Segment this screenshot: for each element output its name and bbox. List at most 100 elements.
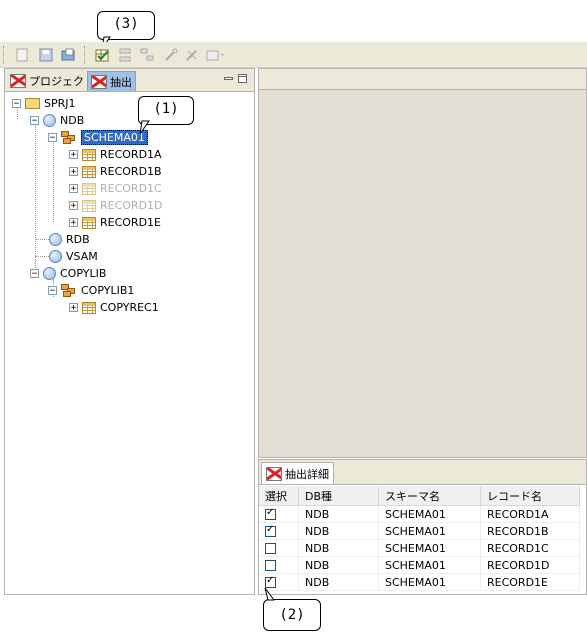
extract-check-icon[interactable] (92, 45, 112, 65)
extract-detail-table: 選択 DB種 スキーマ名 レコード名 NDBSCHEMA01RECORD1AND… (259, 486, 580, 591)
export-icon[interactable] (205, 45, 225, 65)
db-type-cell: NDB (298, 539, 379, 557)
tree-node-record1d[interactable]: + RECORD1D (69, 197, 163, 214)
tab-extract-label: 抽出 (110, 75, 132, 89)
tool2-icon[interactable] (182, 45, 202, 65)
db-type-cell: NDB (298, 505, 379, 523)
select-cell (259, 539, 299, 557)
record-name-cell: RECORD1E (480, 573, 580, 591)
db-icon (43, 114, 56, 127)
tree-node-ndb[interactable]: − NDB (30, 112, 84, 129)
collapse-icon[interactable]: − (30, 269, 39, 279)
collapse-icon[interactable]: − (48, 133, 57, 143)
tree-node-copylib1[interactable]: − COPYLIB1 (48, 282, 134, 299)
schema-name-cell: SCHEMA01 (378, 556, 481, 574)
tab-project[interactable]: プロジェクト (7, 71, 98, 90)
new-icon[interactable] (12, 45, 32, 65)
tree-label: RECORD1B (100, 165, 162, 178)
column-header-schema-name[interactable]: スキーマ名 (378, 486, 481, 506)
expand-icon[interactable]: + (69, 167, 78, 177)
tree-label: RECORD1C (100, 182, 162, 195)
select-checkbox[interactable] (265, 560, 276, 571)
tree-label: RDB (66, 233, 90, 246)
collapse-icon[interactable]: − (30, 116, 39, 126)
tree-label: COPYLIB (60, 267, 107, 280)
editor-area (258, 68, 587, 458)
db-icon (43, 267, 56, 280)
select-checkbox[interactable] (265, 524, 276, 537)
tree-node-copyrec1[interactable]: + COPYREC1 (69, 299, 159, 316)
select-cell (259, 522, 299, 540)
table-row[interactable]: NDBSCHEMA01RECORD1A (259, 505, 580, 523)
hierarchy-icon[interactable] (115, 45, 135, 65)
table-row[interactable]: NDB SCHEMA01 RECORD1D (259, 556, 580, 574)
schema-icon (61, 131, 77, 144)
column-header-record-name[interactable]: レコード名 (480, 486, 580, 506)
maximize-icon[interactable] (238, 74, 247, 83)
import-icon[interactable] (58, 45, 78, 65)
tree-node-schema01[interactable]: − SCHEMA01 (48, 129, 148, 146)
tab-extract-detail-label: 抽出詳細 (285, 467, 329, 481)
folder-open-icon (25, 98, 40, 109)
expand-icon[interactable]: + (69, 218, 78, 228)
tree-node-root[interactable]: − SPRJ1 (12, 95, 76, 112)
select-checkbox[interactable] (265, 543, 276, 554)
schema-name-cell: SCHEMA01 (378, 539, 481, 557)
tab-extract[interactable]: 抽出 (87, 71, 136, 91)
toolbar-separator (84, 46, 87, 64)
select-checkbox[interactable] (265, 507, 276, 520)
tree-icon[interactable] (137, 45, 157, 65)
column-header-db-type[interactable]: DB種 (298, 486, 379, 506)
collapse-icon[interactable]: − (12, 99, 21, 109)
editor-tabbar (258, 68, 587, 90)
tree-node-record1a[interactable]: + RECORD1A (69, 146, 162, 163)
tree-label: VSAM (66, 250, 98, 263)
record-table-icon (82, 148, 96, 161)
left-tabbar: プロジェクト 抽出 (5, 69, 254, 92)
save-icon[interactable] (36, 45, 56, 65)
select-cell (259, 505, 299, 523)
record-table-icon (82, 182, 96, 195)
table-row[interactable]: NDB SCHEMA01 RECORD1C (259, 539, 580, 557)
db-type-cell: NDB (298, 522, 379, 540)
table-row[interactable]: NDBSCHEMA01RECORD1E (259, 573, 580, 591)
tree-node-record1c[interactable]: + RECORD1C (69, 180, 162, 197)
tab-project-label: プロジェクト (29, 74, 95, 88)
extract-detail-panel: 抽出詳細 選択 DB種 スキーマ名 レコード名 NDBSCHEMA01RECOR… (258, 459, 587, 595)
select-cell (259, 556, 299, 574)
db-icon (49, 250, 62, 263)
record-table-icon (82, 165, 96, 178)
schema-name-cell: SCHEMA01 (378, 573, 481, 591)
collapse-icon[interactable]: − (48, 286, 57, 296)
table-row[interactable]: NDBSCHEMA01RECORD1B (259, 522, 580, 540)
record-name-cell: RECORD1D (480, 556, 580, 574)
column-header-select[interactable]: 選択 (259, 486, 299, 506)
left-panel: プロジェクト 抽出 − SPRJ1 − NDB − SCHEMA01 + REC… (4, 68, 255, 595)
expand-icon[interactable]: + (69, 303, 78, 313)
detail-tabbar: 抽出詳細 (259, 460, 586, 485)
tree-node-copylib[interactable]: − COPYLIB (30, 265, 106, 282)
tab-extract-detail[interactable]: 抽出詳細 (261, 462, 334, 484)
expand-icon[interactable]: + (69, 184, 78, 194)
db-type-cell: NDB (298, 556, 379, 574)
db-type-cell: NDB (298, 573, 379, 591)
tree-node-record1e[interactable]: + RECORD1E (69, 214, 161, 231)
tree-label: SPRJ1 (44, 97, 76, 110)
minimize-icon[interactable] (224, 74, 233, 83)
main-toolbar (0, 42, 587, 68)
tree-node-vsam[interactable]: VSAM (49, 248, 98, 265)
tree-label: RECORD1A (100, 148, 162, 161)
callout-2: (2) (263, 599, 321, 631)
tree-node-rdb[interactable]: RDB (49, 231, 90, 248)
record-table-icon (82, 301, 96, 314)
callout-1-pointer (139, 120, 150, 135)
tree-label: COPYLIB1 (81, 284, 135, 297)
expand-icon[interactable]: + (69, 201, 78, 211)
record-table-icon (82, 216, 96, 229)
schema-icon (61, 284, 77, 297)
tree-node-record1b[interactable]: + RECORD1B (69, 163, 162, 180)
schema-name-cell: SCHEMA01 (378, 522, 481, 540)
tool-icon[interactable] (161, 45, 181, 65)
expand-icon[interactable]: + (69, 150, 78, 160)
extract-icon (91, 74, 107, 89)
